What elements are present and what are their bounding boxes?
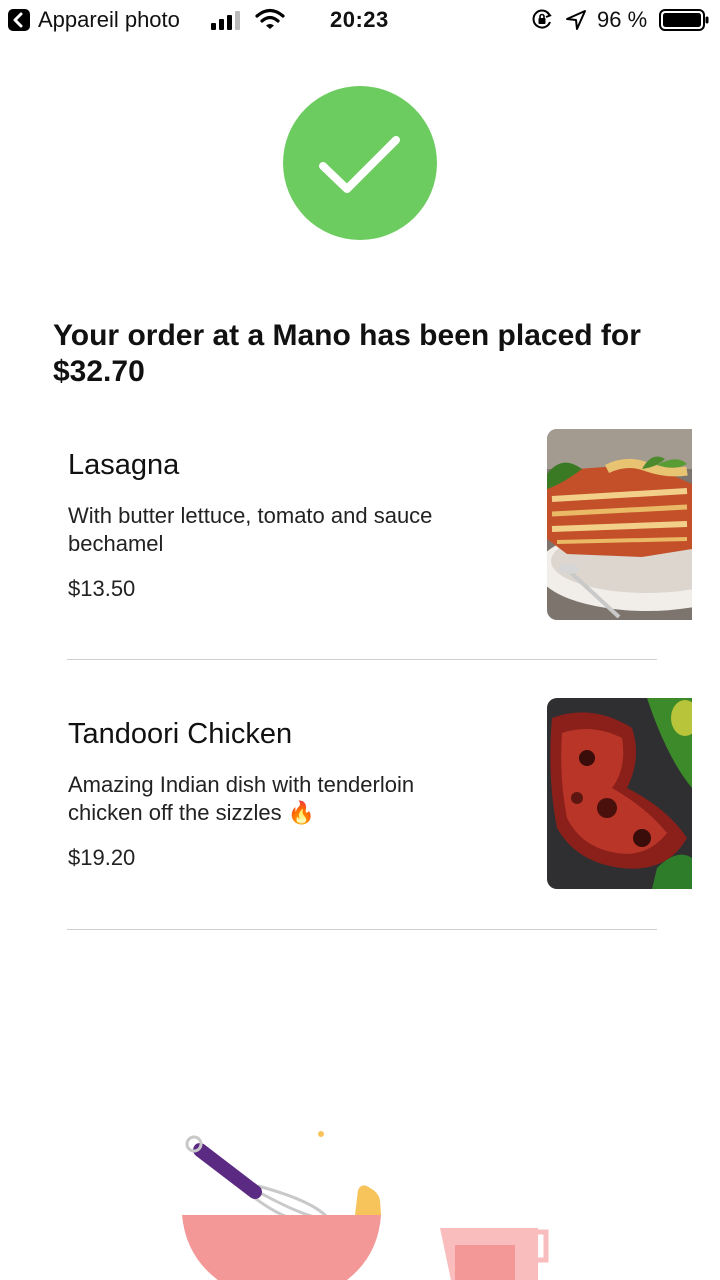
status-time: 20:23 (330, 7, 389, 32)
item-price: $19.20 (68, 845, 136, 870)
order-confirmation-line: Your order at a Mano has been placed for (53, 319, 641, 352)
item-description: Amazing Indian dish with tenderloin chic… (68, 772, 415, 825)
item-price: $13.50 (68, 576, 136, 601)
order-total: $32.70 (53, 355, 145, 388)
wifi-icon (255, 8, 285, 29)
item-name: Lasagna (68, 449, 180, 481)
location-arrow-icon (566, 10, 586, 30)
item-divider (67, 929, 657, 930)
cell-signal-icon (211, 11, 240, 30)
whisk-icon (185, 1135, 328, 1223)
checkmark-icon (319, 136, 400, 193)
success-checkmark (283, 86, 437, 240)
sparkle-dot (318, 1131, 324, 1137)
back-app-label[interactable]: Appareil photo (38, 7, 180, 33)
orientation-lock-icon (532, 9, 552, 29)
butter-icon (355, 1185, 381, 1215)
item-description: With butter lettuce, tomato and sauce be… (68, 503, 433, 556)
measuring-cup-icon (440, 1228, 549, 1280)
item-name: Tandoori Chicken (68, 718, 293, 750)
status-bar: Appareil photo 20:23 96 % (0, 0, 720, 40)
cooking-illustration (182, 1131, 549, 1280)
chevron-left-icon (13, 12, 23, 28)
lasagna-image (547, 429, 692, 620)
tandoori-chicken-image (547, 698, 692, 889)
battery-percentage: 96 % (597, 7, 648, 32)
back-to-app-button[interactable] (8, 9, 30, 31)
item-divider (67, 659, 657, 660)
order-confirmation-title: Your order at a Mano has been placed for… (53, 318, 693, 390)
mixing-bowl-icon (182, 1215, 381, 1280)
battery-icon (659, 9, 709, 31)
